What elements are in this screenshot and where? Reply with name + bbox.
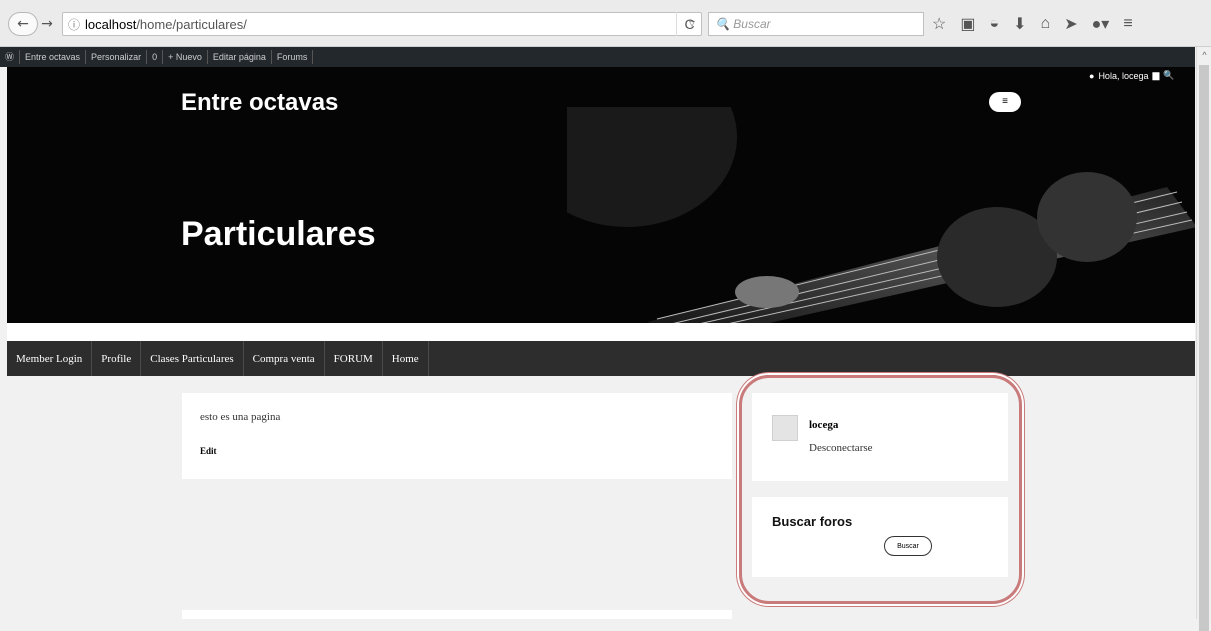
user-widget: locega Desconectarse (752, 393, 1008, 481)
sidebar: locega Desconectarse Buscar foros Buscar (752, 393, 1008, 578)
admin-bar-comments[interactable]: 0 (147, 50, 164, 64)
scrollbar[interactable]: ^ (1196, 47, 1211, 631)
forum-search-widget: Buscar foros Buscar (752, 497, 1008, 577)
clipboard-icon[interactable]: ▣ (960, 14, 975, 34)
star-icon[interactable]: ☆ (932, 14, 946, 34)
forum-search-button[interactable]: Buscar (884, 536, 932, 556)
back-button[interactable]: ← (8, 12, 38, 36)
info-icon[interactable]: ⓘ (63, 16, 85, 33)
menu-item-compra-venta[interactable]: Compra venta (244, 341, 325, 376)
url-text: localhost/home/particulares/ (85, 16, 247, 32)
adblock-icon[interactable]: ●▾ (1092, 14, 1110, 34)
user-greeting[interactable]: ● Hola, locega ▆ 🔍 (1089, 70, 1175, 81)
download-icon[interactable]: ⬇ (1013, 14, 1026, 34)
scroll-thumb[interactable] (1199, 65, 1209, 631)
spacer (7, 323, 1195, 341)
admin-bar-site[interactable]: Entre octavas (20, 50, 87, 64)
avatar[interactable] (772, 415, 798, 441)
site-title[interactable]: Entre octavas (181, 89, 338, 117)
guitar-image (567, 107, 1195, 323)
admin-bar: Ⓦ Entre octavas Personalizar 0 + Nuevo E… (0, 47, 1195, 67)
url-bar[interactable]: ⓘ localhost/home/particulares/ ▿ (62, 12, 702, 36)
send-icon[interactable]: ➤ (1064, 14, 1077, 34)
edit-link[interactable]: Edit (200, 446, 217, 456)
menu-item-clases-particulares[interactable]: Clases Particulares (141, 341, 244, 376)
hero-header: Entre octavas Particulares ≡ ● Hola, loc… (7, 67, 1195, 323)
browser-search-input[interactable]: 🔍 Buscar (708, 12, 924, 36)
greeting-text: Hola, locega (1098, 70, 1149, 81)
admin-bar-new[interactable]: + Nuevo (163, 50, 208, 64)
search-icon[interactable]: 🔍 (1163, 70, 1174, 81)
content-text: esto es una pagina (200, 411, 281, 423)
page-content: esto es una pagina Edit (182, 393, 732, 479)
forward-button[interactable]: → (38, 12, 56, 36)
forum-search-input[interactable] (772, 535, 882, 557)
content-footer (182, 610, 732, 619)
menu-item-forum[interactable]: FORUM (325, 341, 383, 376)
menu-item-member-login[interactable]: Member Login (7, 341, 93, 376)
username-link[interactable]: locega (809, 419, 838, 431)
menu-toggle-button[interactable]: ≡ (989, 92, 1021, 112)
logout-link[interactable]: Desconectarse (809, 442, 873, 454)
menu-item-profile[interactable]: Profile (92, 341, 142, 376)
admin-bar-customize[interactable]: Personalizar (86, 50, 148, 64)
avatar-icon: ▆ (1152, 70, 1160, 80)
wp-logo-icon[interactable]: Ⓦ (0, 50, 21, 64)
toolbar-icons: ☆ ▣ ◒ ⬇ ⌂ ➤ ●▾ ≡ (932, 12, 1133, 36)
main-menu: Member Login Profile Clases Particulares… (7, 341, 1195, 376)
home-icon[interactable]: ⌂ (1041, 15, 1051, 33)
menu-item-home[interactable]: Home (383, 341, 429, 376)
browser-toolbar: ← → ⓘ localhost/home/particulares/ ▿ C 🔍… (0, 0, 1211, 47)
admin-bar-forums[interactable]: Forums (272, 50, 314, 64)
admin-bar-edit-page[interactable]: Editar página (208, 50, 272, 64)
scroll-up-icon[interactable]: ^ (1197, 47, 1211, 63)
menu-icon[interactable]: ≡ (1123, 15, 1132, 33)
page-title: Particulares (181, 215, 376, 253)
forum-search-title: Buscar foros (772, 514, 853, 529)
reload-button[interactable]: C (676, 12, 702, 36)
user-icon: ● (1089, 70, 1095, 81)
pocket-icon[interactable]: ◒ (989, 15, 999, 33)
